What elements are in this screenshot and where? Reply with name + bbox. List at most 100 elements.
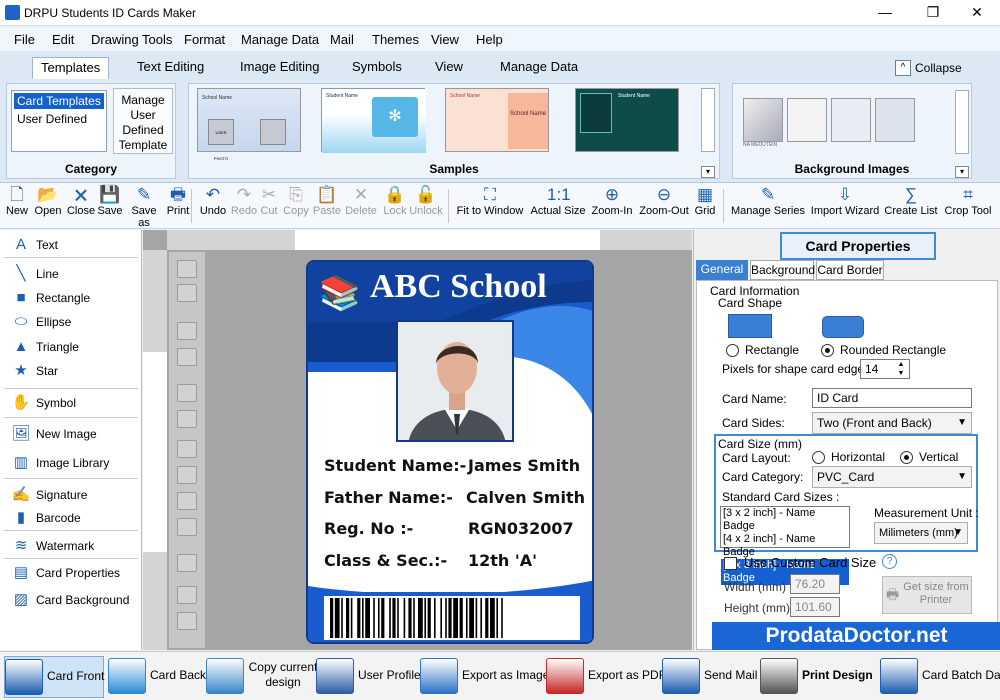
height-input[interactable]: 101.60	[790, 597, 840, 617]
lock-button[interactable]: 🔒 Lock	[382, 185, 408, 227]
align-tool-button[interactable]	[177, 612, 197, 630]
card-batch-data-button[interactable]: Card Batch Data	[880, 656, 1000, 698]
tool-ellipse[interactable]: ⬭ Ellipse	[10, 311, 72, 333]
card-category-select[interactable]: PVC_Card ▼	[812, 466, 972, 488]
measurement-unit-select[interactable]: Milimeters (mm) ▼	[874, 522, 968, 544]
align-tool-button[interactable]	[177, 492, 197, 510]
help-icon[interactable]: ?	[882, 554, 897, 569]
card-field-value[interactable]: 12th 'A'	[468, 551, 537, 570]
card-field-value[interactable]: Calven Smith	[466, 488, 585, 507]
tool-text[interactable]: A Text	[10, 234, 58, 256]
tab-manage-data[interactable]: Manage Data	[500, 59, 578, 74]
standard-sizes-list[interactable]: [3 x 2 inch] - Name Badge [4 x 2 inch] -…	[720, 506, 850, 585]
tool-image-library[interactable]: ▥ Image Library	[10, 452, 109, 474]
menu-file[interactable]: File	[14, 32, 35, 47]
design-canvas[interactable]: 12345678 12345 📚 ABC School	[143, 230, 692, 650]
fit-to-window-button[interactable]: ⛶ Fit to Window	[452, 185, 528, 227]
align-tool-button[interactable]	[177, 322, 197, 340]
tool-star[interactable]: ★ Star	[10, 360, 58, 382]
crop-tool-button[interactable]: ⌗ Crop Tool	[940, 185, 996, 227]
vertical-radio[interactable]	[900, 451, 913, 464]
zoom-in-button[interactable]: ⊕ Zoom-In	[589, 185, 635, 227]
align-tool-button[interactable]	[177, 410, 197, 428]
width-input[interactable]: 76.20	[790, 574, 840, 594]
bg-scrollbar[interactable]	[955, 90, 969, 154]
close-button[interactable]: 🗙 Close	[66, 185, 96, 227]
minimize-button[interactable]: —	[862, 0, 908, 26]
align-tool-button[interactable]	[177, 554, 197, 572]
menu-themes[interactable]: Themes	[372, 32, 419, 47]
tool-watermark[interactable]: ≋ Watermark	[10, 535, 95, 557]
school-name[interactable]: ABC School	[370, 268, 547, 306]
student-photo[interactable]	[396, 320, 514, 442]
tool-barcode[interactable]: ▮ Barcode	[10, 507, 81, 529]
bg-image-3[interactable]	[831, 98, 871, 142]
align-tool-button[interactable]	[177, 384, 197, 402]
size-item-1[interactable]: [3 x 2 inch] - Name Badge	[721, 507, 849, 533]
tool-card-properties[interactable]: ▤ Card Properties	[10, 562, 120, 584]
menu-drawing-tools[interactable]: Drawing Tools	[91, 32, 172, 47]
delete-button[interactable]: ✕ Delete	[344, 185, 378, 227]
print-design-button[interactable]: Print Design	[760, 656, 878, 698]
export-as-pdf-button[interactable]: Export as PDF	[546, 656, 666, 698]
card-front-button[interactable]: Card Front	[4, 656, 104, 698]
tool-symbol[interactable]: ✋ Symbol	[10, 392, 76, 414]
align-tool-button[interactable]	[177, 440, 197, 458]
paste-button[interactable]: 📋 Paste	[312, 185, 342, 227]
close-button[interactable]: ✕	[954, 0, 1000, 26]
grid-button[interactable]: ▦ Grid	[693, 185, 717, 227]
sample-template-1[interactable]: School Name USER PHOTO	[197, 88, 301, 161]
zoom-out-button[interactable]: ⊖ Zoom-Out	[636, 185, 692, 227]
copy-current-design-button[interactable]: Copy current design	[206, 656, 317, 698]
card-field-label[interactable]: Reg. No :-	[324, 519, 413, 538]
cut-button[interactable]: ✂ Cut	[258, 185, 280, 227]
bg-image-2[interactable]	[787, 98, 827, 142]
card-sides-select[interactable]: Two (Front and Back) ▼	[812, 412, 972, 434]
manage-template-button[interactable]: Manage User Defined Template	[113, 88, 173, 154]
pixels-spin-icon[interactable]: ▲ ▼	[894, 360, 908, 378]
new-button[interactable]: 🗋 New	[4, 185, 30, 227]
tab-templates[interactable]: Templates	[32, 57, 110, 79]
tab-symbols[interactable]: Symbols	[352, 59, 402, 74]
sample-template-2[interactable]: ✻ Student Name	[321, 88, 426, 153]
card-field-label[interactable]: Student Name:-	[324, 456, 466, 475]
barcode[interactable]	[324, 596, 580, 640]
send-mail-button[interactable]: Send Mail	[662, 656, 758, 698]
horizontal-radio[interactable]	[812, 451, 825, 464]
tab-general[interactable]: General	[696, 260, 748, 280]
menu-manage-data[interactable]: Manage Data	[241, 32, 319, 47]
collapse-icon[interactable]: ^	[895, 60, 911, 76]
align-tool-button[interactable]	[177, 466, 197, 484]
tab-background[interactable]: Background	[750, 260, 815, 280]
card-name-input[interactable]: ID Card	[812, 388, 972, 408]
create-list-button[interactable]: ∑ Create List	[884, 185, 938, 227]
manage-series-button[interactable]: ✎ Manage Series	[729, 185, 807, 227]
custom-size-checkbox[interactable]	[724, 557, 737, 570]
card-field-label[interactable]: Father Name:-	[324, 488, 453, 507]
unlock-button[interactable]: 🔓 Unlock	[408, 185, 444, 227]
copy-button[interactable]: ⎘ Copy	[282, 185, 310, 227]
rounded-rectangle-radio[interactable]	[821, 344, 834, 357]
samples-scrollbar[interactable]	[701, 88, 715, 152]
open-button[interactable]: 📂 Open	[33, 185, 63, 227]
category-list[interactable]: Card Templates User Defined	[11, 90, 107, 152]
redo-button[interactable]: ↷ Redo	[229, 185, 259, 227]
actual-size-button[interactable]: 1:1 Actual Size	[529, 185, 587, 227]
menu-edit[interactable]: Edit	[52, 32, 74, 47]
tab-card-border[interactable]: Card Border	[816, 260, 884, 280]
tool-triangle[interactable]: ▲ Triangle	[10, 336, 79, 358]
align-tool-button[interactable]	[177, 284, 197, 302]
card-field-value[interactable]: RGN032007	[468, 519, 574, 538]
align-tool-button[interactable]	[177, 586, 197, 604]
tool-new-image[interactable]: 🖼 New Image	[10, 423, 96, 445]
menu-view[interactable]: View	[431, 32, 459, 47]
bg-image-4[interactable]	[875, 98, 915, 142]
id-card-front[interactable]: 📚 ABC School Student Name:- James Smith Fa…	[306, 260, 594, 644]
tool-line[interactable]: ╲ Line	[10, 263, 58, 285]
card-field-label[interactable]: Class & Sec.:-	[324, 551, 447, 570]
print-button[interactable]: 🖶 Print	[165, 185, 191, 227]
restore-button[interactable]: ❐	[910, 0, 956, 26]
sample-template-4[interactable]: Student Name	[575, 88, 679, 152]
user-profile-button[interactable]: User Profile	[316, 656, 421, 698]
bg-image-1[interactable]	[743, 98, 783, 142]
